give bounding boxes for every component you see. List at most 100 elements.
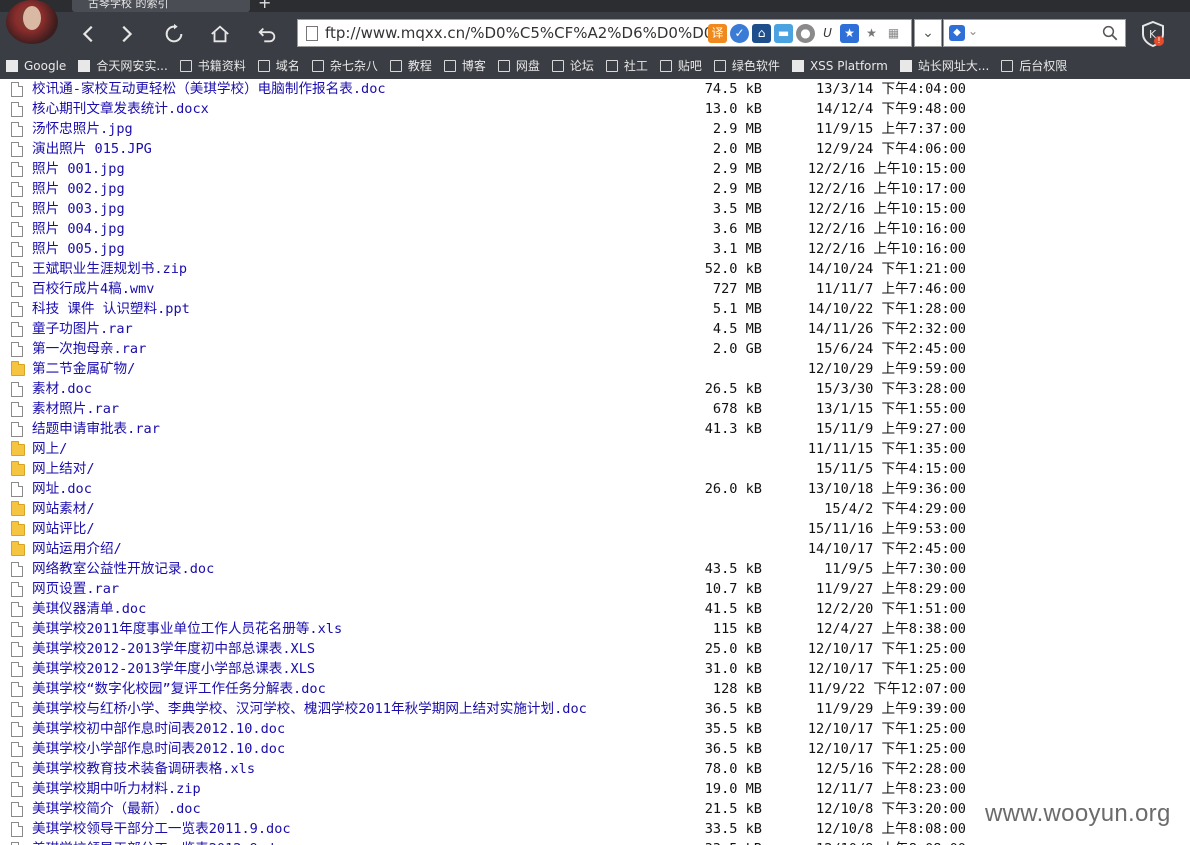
file-link[interactable]: 美琪学校“数字化校园”复评工作任务分解表.doc: [32, 679, 326, 699]
file-link[interactable]: 百校行成片4稿.wmv: [32, 279, 154, 299]
reload-button[interactable]: [156, 16, 192, 52]
file-link[interactable]: 素材.doc: [32, 379, 92, 399]
search-icon[interactable]: [1101, 24, 1119, 42]
address-bar[interactable]: ftp://www.mqxx.cn/%D0%C5%CF%A2%D6%D0%D0%…: [297, 19, 912, 47]
file-link[interactable]: 美琪仪器清单.doc: [32, 599, 146, 619]
file-size: 678 kB: [712, 401, 762, 417]
file-row: 照片 002.jpg 2.9 MB 12/2/16 上午10:17:00: [0, 179, 1190, 199]
url-dropdown-button[interactable]: ⌄: [914, 19, 942, 47]
modified-date: 14/12/4 下午9:48:00: [816, 101, 966, 117]
engine-dropdown-icon[interactable]: ⌄: [968, 24, 978, 38]
file-link[interactable]: 网页设置.rar: [32, 579, 119, 599]
file-link[interactable]: 美琪学校2011年度事业单位工作人员花名册等.xls: [32, 619, 342, 639]
bookmark-item[interactable]: 教程: [384, 52, 438, 79]
bookmark-item[interactable]: 网盘: [492, 52, 546, 79]
modified-date: 15/11/5 下午4:15:00: [816, 461, 966, 477]
file-link[interactable]: 素材照片.rar: [32, 399, 119, 419]
file-link[interactable]: 美琪学校与红桥小学、李典学校、汉河学校、槐泗学校2011年秋学期网上结对实施计划…: [32, 699, 587, 719]
user-avatar[interactable]: [6, 0, 58, 44]
folder-icon: [11, 521, 25, 537]
message-extension-icon[interactable]: ▬: [774, 24, 793, 43]
file-link[interactable]: 校讯通-家校互动更轻松（美琪学校）电脑制作报名表.doc: [32, 79, 386, 99]
file-link[interactable]: 第一次抱母亲.rar: [32, 339, 146, 359]
security-shield-button[interactable]: K !: [1140, 20, 1166, 48]
new-tab-button[interactable]: +: [258, 0, 271, 11]
bookmark-item[interactable]: 书籍资料: [174, 52, 252, 79]
modified-date: 11/9/27 上午8:29:00: [816, 581, 966, 597]
bookmark-item[interactable]: 杂七杂八: [306, 52, 384, 79]
star-icon[interactable]: ★: [862, 24, 881, 43]
file-link[interactable]: 美琪学校初中部作息时间表2012.10.doc: [32, 719, 285, 739]
directory-link[interactable]: 网站评比/: [32, 519, 95, 539]
bookmark-label: 论坛: [569, 59, 594, 73]
translate-extension-icon[interactable]: 译: [708, 24, 727, 43]
directory-link[interactable]: 网上结对/: [32, 459, 95, 479]
back-button[interactable]: [71, 16, 107, 52]
modified-date: 12/10/17 下午1:25:00: [807, 641, 966, 657]
bookmark-item[interactable]: 绿色软件: [708, 52, 786, 79]
home-button[interactable]: [202, 16, 238, 52]
lock-extension-icon[interactable]: ●: [796, 24, 815, 43]
file-link[interactable]: 美琪学校期中听力材料.zip: [32, 779, 201, 799]
undo-close-tab-button[interactable]: [249, 16, 285, 52]
file-row: 美琪学校2011年度事业单位工作人员花名册等.xls 115 kB 12/4/27 …: [0, 619, 1190, 639]
file-icon: [11, 382, 24, 397]
file-link[interactable]: 照片 004.jpg: [32, 219, 125, 239]
directory-link[interactable]: 网站素材/: [32, 499, 95, 519]
file-link[interactable]: 王斌职业生涯规划书.zip: [32, 259, 187, 279]
active-tab[interactable]: 古琴学校 的索引: [72, 0, 250, 12]
modified-date: 12/2/16 上午10:16:00: [807, 241, 966, 257]
file-link[interactable]: 网址.doc: [32, 479, 92, 499]
file-icon: [11, 182, 24, 197]
file-link[interactable]: 照片 003.jpg: [32, 199, 125, 219]
file-link[interactable]: 美琪学校2012-2013学年度初中部总课表.XLS: [32, 639, 315, 659]
bookmark-extension-icon[interactable]: ★: [840, 24, 859, 43]
folder-icon: [713, 59, 726, 72]
qr-code-icon[interactable]: ▦: [884, 24, 903, 43]
url-text[interactable]: ftp://www.mqxx.cn/%D0%C5%CF%A2%D6%D0%D0%: [325, 24, 710, 42]
file-link[interactable]: 核心期刊文章发表统计.docx: [32, 99, 209, 119]
file-link[interactable]: 照片 001.jpg: [32, 159, 125, 179]
bookmark-label: 博客: [461, 59, 486, 73]
directory-link[interactable]: 第二节金属矿物/: [32, 359, 135, 379]
file-icon: [11, 222, 24, 237]
file-link[interactable]: 演出照片 015.JPG: [32, 139, 152, 159]
file-row: 第一次抱母亲.rar 2.0 GB 15/6/24 下午2:45:00: [0, 339, 1190, 359]
search-engine-icon[interactable]: ◆: [949, 25, 965, 41]
check-extension-icon[interactable]: ✓: [730, 24, 749, 43]
bookmark-item[interactable]: 博客: [438, 52, 492, 79]
bookmark-item[interactable]: 域名: [252, 52, 306, 79]
user-agent-extension-icon[interactable]: U: [818, 24, 837, 43]
bookmark-item[interactable]: Google: [0, 52, 72, 79]
bookmark-item[interactable]: 社工: [600, 52, 654, 79]
file-link[interactable]: 照片 002.jpg: [32, 179, 125, 199]
file-link[interactable]: 美琪学校领导干部分工一览表2012.9.doc: [32, 839, 291, 845]
bookmark-item[interactable]: 贴吧: [654, 52, 708, 79]
file-link[interactable]: 科技 课件 认识塑料.ppt: [32, 299, 190, 319]
bookmark-item[interactable]: 后台权限: [995, 52, 1073, 79]
modified-date: 12/10/17 下午1:25:00: [807, 721, 966, 737]
directory-link[interactable]: 网上/: [32, 439, 67, 459]
file-link[interactable]: 美琪学校小学部作息时间表2012.10.doc: [32, 739, 285, 759]
file-link[interactable]: 美琪学校领导干部分工一览表2011.9.doc: [32, 819, 291, 839]
file-link[interactable]: 美琪学校2012-2013学年度小学部总课表.XLS: [32, 659, 315, 679]
file-link[interactable]: 童子功图片.rar: [32, 319, 133, 339]
bookmark-item[interactable]: 合天网安实...: [72, 52, 173, 79]
file-link[interactable]: 汤怀忠照片.jpg: [32, 119, 133, 139]
bookmark-item[interactable]: XSS Platform: [786, 52, 894, 79]
file-link[interactable]: 美琪学校简介（最新）.doc: [32, 799, 201, 819]
directory-link[interactable]: 网站运用介绍/: [32, 539, 122, 559]
bookmark-item[interactable]: 站长网址大...: [894, 52, 995, 79]
undo-icon: [258, 27, 276, 43]
search-box[interactable]: ◆ ⌄: [943, 19, 1126, 47]
reload-icon: [165, 23, 183, 43]
bookmark-item[interactable]: 论坛: [546, 52, 600, 79]
file-link[interactable]: 网络教室公益性开放记录.doc: [32, 559, 214, 579]
modified-date: 11/9/15 上午7:37:00: [816, 121, 966, 137]
file-link[interactable]: 结题申请审批表.rar: [32, 419, 160, 439]
file-link[interactable]: 美琪学校教育技术装备调研表格.xls: [32, 759, 255, 779]
file-link[interactable]: 照片 005.jpg: [32, 239, 125, 259]
forward-button[interactable]: [108, 16, 144, 52]
zhihu-extension-icon[interactable]: ⌂: [752, 24, 771, 43]
file-row: 照片 004.jpg 3.6 MB 12/2/16 上午10:16:00: [0, 219, 1190, 239]
